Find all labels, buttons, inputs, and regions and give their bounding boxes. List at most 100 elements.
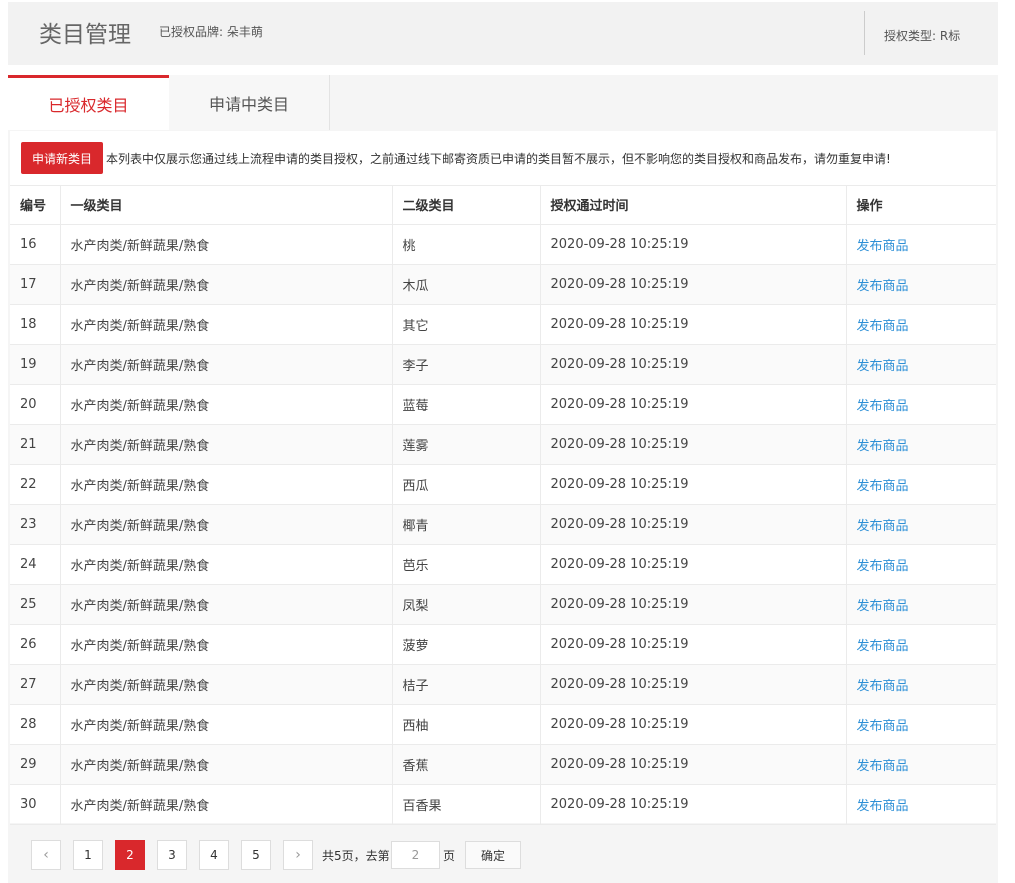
page-header: 类目管理 已授权品牌: 朵丰萌 授权类型: R标	[8, 2, 998, 65]
table-row: 18 水产肉类/新鲜蔬果/熟食 其它 2020-09-28 10:25:19 发布商品	[10, 304, 996, 345]
table-row: 24 水产肉类/新鲜蔬果/熟食 芭乐 2020-09-28 10:25:19 发布商品	[10, 544, 996, 585]
publish-product-link[interactable]: 发布商品	[857, 759, 909, 774]
cell-level2-category: 木瓜	[392, 264, 541, 305]
cell-approval-time: 2020-09-28 10:25:19	[540, 224, 847, 265]
cell-id: 21	[10, 424, 61, 465]
cell-approval-time: 2020-09-28 10:25:19	[540, 584, 847, 625]
cell-action: 发布商品	[846, 264, 996, 305]
table-row: 30 水产肉类/新鲜蔬果/熟食 百香果 2020-09-28 10:25:19 发布商品	[10, 784, 996, 825]
total-pages-text: 共5页，去第	[322, 849, 390, 863]
cell-level2-category: 桃	[392, 224, 541, 265]
table-row: 16 水产肉类/新鲜蔬果/熟食桃 2020-09-28 10:25:19 发布商品	[10, 224, 996, 265]
cell-id: 23	[10, 504, 61, 545]
cell-id: 29	[10, 744, 61, 785]
publish-product-link[interactable]: 发布商品	[857, 279, 909, 294]
publish-product-link[interactable]: 发布商品	[857, 239, 909, 254]
publish-product-link[interactable]: 发布商品	[857, 639, 909, 654]
column-header-level1: 一级类目	[60, 185, 393, 225]
table-header-row: 编号 一级类目 二级类目 授权通过时间 操作	[10, 185, 996, 225]
notice-text: 本列表中仅展示您通过线上流程申请的类目授权，之前通过线下邮寄资质已申请的类目暂不…	[106, 152, 891, 166]
table-row: 20 水产肉类/新鲜蔬果/熟食 蓝莓 2020-09-28 10:25:19 发布商品	[10, 384, 996, 425]
cell-action: 发布商品	[846, 304, 996, 345]
page-button-3[interactable]: 3	[157, 840, 187, 870]
cell-id: 30	[10, 784, 61, 825]
cell-action: 发布商品	[846, 464, 996, 505]
publish-product-link[interactable]: 发布商品	[857, 519, 909, 534]
cell-action: 发布商品	[846, 424, 996, 465]
publish-product-link[interactable]: 发布商品	[857, 719, 909, 734]
cell-level1-category: 水产肉类/新鲜蔬果/熟食	[60, 784, 393, 825]
cell-approval-time: 2020-09-28 10:25:19	[540, 264, 847, 305]
cell-level1-category: 水产肉类/新鲜蔬果/熟食	[60, 504, 393, 545]
cell-id: 20	[10, 384, 61, 425]
cell-level1-category: 水产肉类/新鲜蔬果/熟食	[60, 664, 393, 705]
tab-pending-categories[interactable]: 申请中类目	[169, 75, 330, 130]
cell-action: 发布商品	[846, 704, 996, 745]
cell-level1-category: 水产肉类/新鲜蔬果/熟食	[60, 344, 393, 385]
page-button-2[interactable]: 2	[115, 840, 145, 870]
authorized-brand: 已授权品牌: 朵丰萌	[159, 25, 263, 39]
apply-new-category-button[interactable]: 申请新类目	[21, 142, 103, 174]
column-header-level2: 二级类目	[392, 185, 541, 225]
cell-level1-category: 水产肉类/新鲜蔬果/熟食	[60, 424, 393, 465]
cell-level1-category: 水产肉类/新鲜蔬果/熟食	[60, 384, 393, 425]
cell-approval-time: 2020-09-28 10:25:19	[540, 704, 847, 745]
column-header-action: 操作	[846, 185, 996, 225]
cell-id: 26	[10, 624, 61, 665]
publish-product-link[interactable]: 发布商品	[857, 359, 909, 374]
cell-level2-category: 百香果	[392, 784, 541, 825]
page-button-5[interactable]: 5	[241, 840, 271, 870]
publish-product-link[interactable]: 发布商品	[857, 439, 909, 454]
cell-action: 发布商品	[846, 624, 996, 665]
cell-id: 16	[10, 224, 61, 265]
next-page-button[interactable]: ›	[283, 840, 313, 870]
cell-level1-category: 水产肉类/新鲜蔬果/熟食	[60, 624, 393, 665]
tab-authorized-categories[interactable]: 已授权类目	[8, 75, 169, 130]
page-button-4[interactable]: 4	[199, 840, 229, 870]
cell-id: 27	[10, 664, 61, 705]
cell-id: 17	[10, 264, 61, 305]
table-row: 22 水产肉类/新鲜蔬果/熟食 西瓜 2020-09-28 10:25:19 发布商品	[10, 464, 996, 505]
cell-level2-category: 西柚	[392, 704, 541, 745]
goto-page-confirm-button[interactable]: 确定	[465, 841, 521, 869]
cell-approval-time: 2020-09-28 10:25:19	[540, 504, 847, 545]
publish-product-link[interactable]: 发布商品	[857, 319, 909, 334]
cell-action: 发布商品	[846, 664, 996, 705]
goto-page-input[interactable]	[391, 841, 440, 869]
table-row: 21 水产肉类/新鲜蔬果/熟食 莲雾 2020-09-28 10:25:19 发布商品	[10, 424, 996, 465]
page-unit-label: 页	[443, 849, 456, 863]
cell-level1-category: 水产肉类/新鲜蔬果/熟食	[60, 704, 393, 745]
cell-level1-category: 水产肉类/新鲜蔬果/熟食	[60, 744, 393, 785]
table-row: 29 水产肉类/新鲜蔬果/熟食 香蕉 2020-09-28 10:25:19 发布商品	[10, 744, 996, 785]
publish-product-link[interactable]: 发布商品	[857, 399, 909, 414]
cell-approval-time: 2020-09-28 10:25:19	[540, 664, 847, 705]
publish-product-link[interactable]: 发布商品	[857, 559, 909, 574]
column-header-id: 编号	[10, 185, 61, 225]
cell-action: 发布商品	[846, 544, 996, 585]
publish-product-link[interactable]: 发布商品	[857, 679, 909, 694]
table-row: 28 水产肉类/新鲜蔬果/熟食 西柚 2020-09-28 10:25:19 发布商品	[10, 704, 996, 745]
prev-page-button[interactable]: ‹	[31, 840, 61, 870]
cell-approval-time: 2020-09-28 10:25:19	[540, 544, 847, 585]
cell-approval-time: 2020-09-28 10:25:19	[540, 384, 847, 425]
header-divider	[864, 11, 865, 55]
cell-action: 发布商品	[846, 584, 996, 625]
page-button-1[interactable]: 1	[73, 840, 103, 870]
cell-approval-time: 2020-09-28 10:25:19	[540, 464, 847, 505]
cell-id: 25	[10, 584, 61, 625]
cell-level1-category: 水产肉类/新鲜蔬果/熟食	[60, 544, 393, 585]
category-table: 编号 一级类目 二级类目 授权通过时间 操作 16 水产肉类/新鲜蔬果/熟食桃 20…	[10, 185, 996, 825]
category-panel: 已授权类目 申请中类目 申请新类目 本列表中仅展示您通过线上流程申请的类目授权，…	[8, 75, 998, 883]
cell-action: 发布商品	[846, 784, 996, 825]
table-row: 23 水产肉类/新鲜蔬果/熟食 椰青 2020-09-28 10:25:19 发布商品	[10, 504, 996, 545]
cell-level1-category: 水产肉类/新鲜蔬果/熟食	[60, 264, 393, 305]
cell-approval-time: 2020-09-28 10:25:19	[540, 624, 847, 665]
publish-product-link[interactable]: 发布商品	[857, 799, 909, 814]
cell-approval-time: 2020-09-28 10:25:19	[540, 344, 847, 385]
chevron-right-icon: ›	[295, 847, 301, 863]
cell-level2-category: 莲雾	[392, 424, 541, 465]
publish-product-link[interactable]: 发布商品	[857, 599, 909, 614]
cell-level1-category: 水产肉类/新鲜蔬果/熟食	[60, 224, 393, 265]
table-row: 19 水产肉类/新鲜蔬果/熟食 李子 2020-09-28 10:25:19 发布商品	[10, 344, 996, 385]
publish-product-link[interactable]: 发布商品	[857, 479, 909, 494]
